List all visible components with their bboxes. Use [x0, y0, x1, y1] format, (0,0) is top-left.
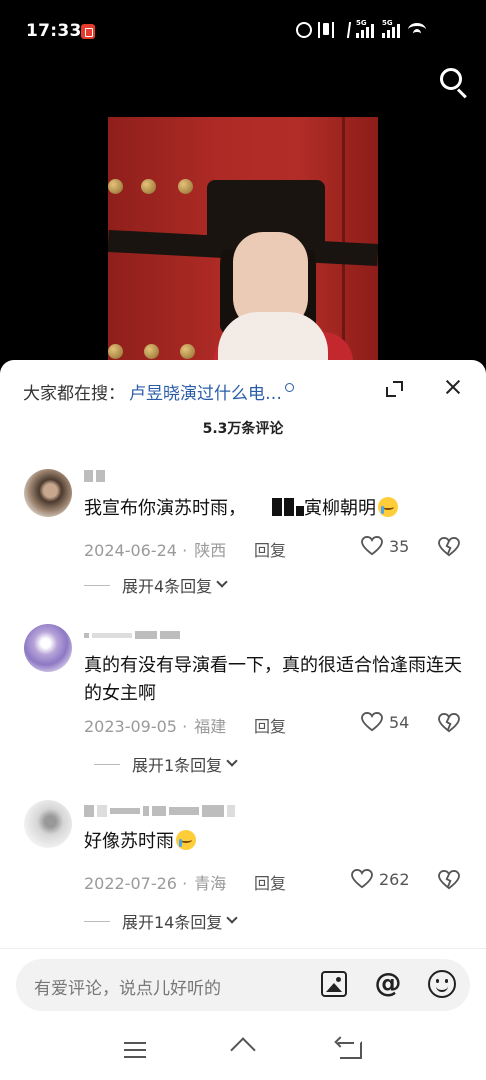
crying-emoji-icon	[378, 497, 398, 517]
image-icon[interactable]	[321, 971, 347, 997]
comment-meta: 2023-09-05 · 福建	[84, 717, 227, 736]
like-button[interactable]: 262	[351, 868, 410, 889]
expand-icon[interactable]	[385, 380, 403, 398]
menu-icon[interactable]	[124, 1042, 146, 1058]
hot-search-label: 大家都在搜：	[23, 384, 125, 404]
system-nav-bar	[0, 1027, 486, 1080]
signal-icon: 5G	[356, 19, 376, 38]
broken-heart-icon[interactable]	[438, 712, 460, 733]
avatar[interactable]	[24, 624, 72, 672]
username-redacted[interactable]	[84, 802, 235, 820]
close-icon[interactable]	[444, 378, 462, 396]
reply-button[interactable]: 回复	[254, 870, 286, 894]
alarm-icon	[296, 22, 312, 38]
video-frame-image[interactable]	[108, 117, 378, 370]
mention-icon[interactable]: @	[373, 969, 403, 999]
expand-replies-button[interactable]: 展开14条回复	[84, 909, 239, 933]
like-count: 262	[379, 869, 410, 889]
reply-button[interactable]: 回复	[254, 713, 286, 737]
broken-heart-icon[interactable]	[438, 536, 460, 557]
chevron-down-icon	[226, 755, 238, 767]
reply-button[interactable]: 回复	[254, 537, 286, 561]
notification-app-icon	[81, 24, 95, 39]
like-count: 35	[389, 536, 410, 556]
divider	[0, 948, 486, 949]
like-button[interactable]: 54	[361, 711, 410, 732]
like-button[interactable]: 35	[361, 535, 410, 556]
chevron-down-icon	[216, 576, 228, 588]
expand-replies-button[interactable]: 展开4条回复	[84, 573, 228, 597]
wifi-icon	[408, 23, 426, 37]
heart-icon	[361, 711, 383, 732]
status-icons: 5G 5G	[296, 19, 460, 38]
home-icon[interactable]	[230, 1040, 256, 1060]
back-icon[interactable]	[338, 1041, 362, 1059]
heart-icon	[351, 868, 373, 889]
search-icon	[440, 68, 462, 90]
battery-icon	[432, 25, 460, 35]
status-time: 17:33	[26, 21, 82, 41]
signal-icon-2: 5G	[382, 19, 402, 38]
bluetooth-icon	[338, 22, 352, 38]
emoji-icon[interactable]	[428, 970, 456, 998]
crying-emoji-icon	[176, 830, 196, 850]
vibrate-icon	[318, 22, 334, 38]
hot-search-bar[interactable]: 大家都在搜： 卢昱晓演过什么电…	[23, 379, 294, 404]
heart-icon	[361, 535, 383, 556]
search-button[interactable]	[437, 66, 469, 99]
comment-text[interactable]: 我宣布你演苏时雨， 寅柳朝明	[84, 495, 469, 523]
broken-heart-icon[interactable]	[438, 869, 460, 890]
expand-replies-button[interactable]: 展开1条回复	[94, 752, 238, 776]
username-redacted[interactable]	[84, 626, 180, 644]
comment-count: 5.3万条评论	[202, 421, 284, 437]
avatar[interactable]	[24, 800, 72, 848]
comment-sheet: 大家都在搜： 卢昱晓演过什么电… 5.3万条评论 我宣布你演苏时雨， 寅柳朝明 2…	[0, 360, 486, 1080]
username-redacted[interactable]	[84, 467, 105, 485]
comment-meta: 2024-06-24 · 陕西	[84, 541, 227, 560]
comment-input-placeholder: 有爱评论，说点儿好听的	[34, 979, 221, 999]
comment-input[interactable]: 有爱评论，说点儿好听的 @	[16, 959, 470, 1011]
avatar[interactable]	[24, 469, 72, 517]
hot-search-term[interactable]: 卢昱晓演过什么电…	[129, 379, 282, 404]
search-icon	[285, 383, 294, 392]
comment-text[interactable]: 好像苏时雨	[84, 828, 469, 856]
chevron-down-icon	[226, 912, 239, 924]
like-count: 54	[389, 712, 410, 732]
comment-text[interactable]: 真的有没有导演看一下，真的很适合恰逢雨连天的女主啊	[84, 652, 469, 708]
status-bar: 17:33 5G 5G	[0, 0, 486, 64]
comment-meta: 2022-07-26 · 青海	[84, 874, 227, 893]
